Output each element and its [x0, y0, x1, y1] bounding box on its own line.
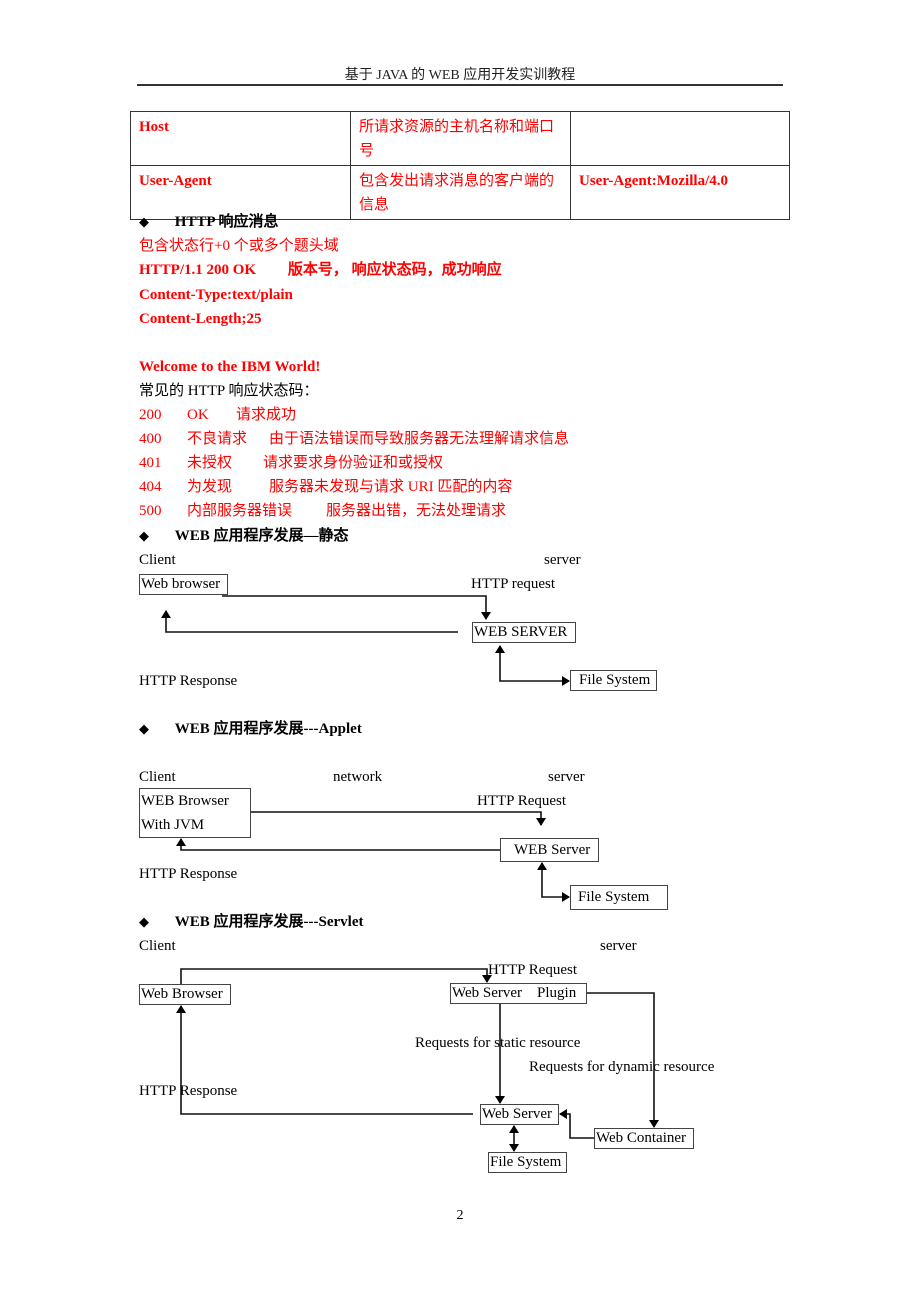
status-desc: 服务器未发现与请求 URI 匹配的内容: [269, 479, 513, 495]
http-response-label: HTTP Response: [139, 673, 238, 689]
http-request-label: HTTP Request: [477, 793, 567, 809]
status-name: OK: [187, 407, 209, 423]
network-label: network: [333, 769, 383, 785]
status-name: 不良请求: [187, 431, 248, 447]
web-server-plugin-box: Web Server Plugin: [450, 983, 587, 1004]
file-system-box: File System: [570, 885, 668, 910]
status-desc: 请求成功: [236, 407, 297, 423]
status-code-row: 401 未授权 请求要求身份验证和或授权: [139, 453, 443, 473]
file-system-box: File System: [488, 1152, 567, 1173]
static-request-label: Requests for static resource: [415, 1035, 581, 1051]
content-length-line: Content-Length;25: [139, 311, 262, 327]
request-headers-table: Host 所请求资源的主机名称和端口号 User-Agent 包含发出请求消息的…: [130, 111, 790, 220]
servlet-container-return-arrow: [559, 1109, 594, 1139]
status-code-row: 500 内部服务器错误 服务器出错，无法处理请求: [139, 501, 506, 521]
status-line: HTTP/1.1 200 OK 版本号， 响应状态码，成功响应: [139, 260, 502, 280]
server-label: server: [600, 938, 637, 954]
status-code-row: 200 OK 请求成功: [139, 405, 296, 425]
client-label: Client: [139, 769, 176, 785]
status-name: 为发现: [187, 479, 233, 495]
http-response-label: HTTP Response: [139, 1083, 238, 1099]
file-system-box: File System: [570, 670, 657, 691]
server-label: server: [548, 769, 585, 785]
status-desc: 请求要求身份验证和或授权: [263, 455, 444, 471]
server-label: server: [544, 552, 581, 568]
applet-response-arrow: [176, 838, 500, 851]
status-codes-title: 常见的 HTTP 响应状态码：: [139, 383, 319, 399]
heading-text: HTTP 响应消息: [174, 214, 279, 230]
client-label: Client: [139, 938, 176, 954]
header-name-cell: Host: [130, 111, 351, 166]
web-browser-jvm-box: WEB Browser With JVM: [139, 788, 251, 838]
header-description-cell: 包含发出请求消息的客户端的信息: [350, 165, 571, 220]
servlet-request-arrow: [180, 968, 492, 984]
dynamic-request-label: Requests for dynamic resource: [529, 1059, 715, 1075]
client-label: Client: [139, 552, 176, 568]
http-request-label: HTTP Request: [488, 962, 578, 978]
static-response-arrow: [161, 610, 458, 633]
applet-request-arrow: [251, 811, 546, 826]
status-code: 200: [139, 407, 162, 423]
diamond-bullet-icon: ◆: [139, 914, 149, 929]
status-name: 内部服务器错误: [187, 503, 293, 519]
static-request-arrow: [222, 595, 491, 620]
http-response-label: HTTP Response: [139, 866, 238, 882]
header-description-cell: 所请求资源的主机名称和端口号: [350, 111, 571, 166]
content-type-line: Content-Type:text/plain: [139, 287, 293, 303]
section-heading-servlet: ◆ WEB 应用程序发展---Servlet: [139, 912, 363, 932]
status-line-code: HTTP/1.1 200 OK: [139, 262, 257, 278]
static-fs-arrow: [495, 645, 570, 686]
response-intro: 包含状态行+0 个或多个题头域: [139, 238, 339, 254]
heading-text: WEB 应用程序发展—静态: [174, 528, 349, 544]
web-server-box: WEB SERVER: [472, 622, 576, 643]
web-browser-box: Web Browser: [139, 984, 231, 1005]
status-line-explanation: 版本号， 响应状态码，成功响应: [287, 262, 502, 278]
heading-text: WEB 应用程序发展---Applet: [174, 721, 362, 737]
web-server-box: Web Server: [480, 1104, 559, 1125]
section-heading-applet: ◆ WEB 应用程序发展---Applet: [139, 719, 362, 739]
status-code: 500: [139, 503, 162, 519]
status-desc: 由于语法错误而导致服务器无法理解请求信息: [269, 431, 570, 447]
diamond-bullet-icon: ◆: [139, 721, 149, 736]
status-code: 401: [139, 455, 162, 471]
web-browser-box: Web browser: [139, 574, 228, 595]
header-rule: [137, 84, 783, 86]
browser-box-line1: WEB Browser: [141, 793, 229, 809]
browser-box-line2: With JVM: [141, 817, 205, 833]
web-server-box: WEB Server: [500, 838, 599, 862]
header-example-cell: [570, 111, 790, 166]
http-request-label: HTTP request: [471, 576, 556, 592]
status-code-row: 404 为发现 服务器未发现与请求 URI 匹配的内容: [139, 477, 512, 497]
status-name: 未授权: [187, 455, 233, 471]
section-heading-response: ◆ HTTP 响应消息: [139, 212, 279, 232]
web-container-box: Web Container: [594, 1128, 694, 1149]
status-code: 400: [139, 431, 162, 447]
table-row: Host 所请求资源的主机名称和端口号: [130, 111, 790, 166]
section-heading-static: ◆ WEB 应用程序发展—静态: [139, 526, 349, 546]
status-code: 404: [139, 479, 162, 495]
page-number: 2: [456, 1208, 464, 1223]
status-code-row: 400 不良请求 由于语法错误而导致服务器无法理解请求信息: [139, 429, 569, 449]
heading-text: WEB 应用程序发展---Servlet: [174, 914, 364, 930]
status-desc: 服务器出错，无法处理请求: [326, 503, 507, 519]
header-example-cell: User-Agent:Mozilla/4.0: [570, 165, 790, 220]
applet-fs-arrow: [537, 862, 570, 902]
response-body-line: Welcome to the IBM World!: [139, 359, 321, 375]
diamond-bullet-icon: ◆: [139, 214, 149, 229]
diamond-bullet-icon: ◆: [139, 528, 149, 543]
running-header: 基于 JAVA 的 WEB 应用开发实训教程: [344, 68, 576, 83]
